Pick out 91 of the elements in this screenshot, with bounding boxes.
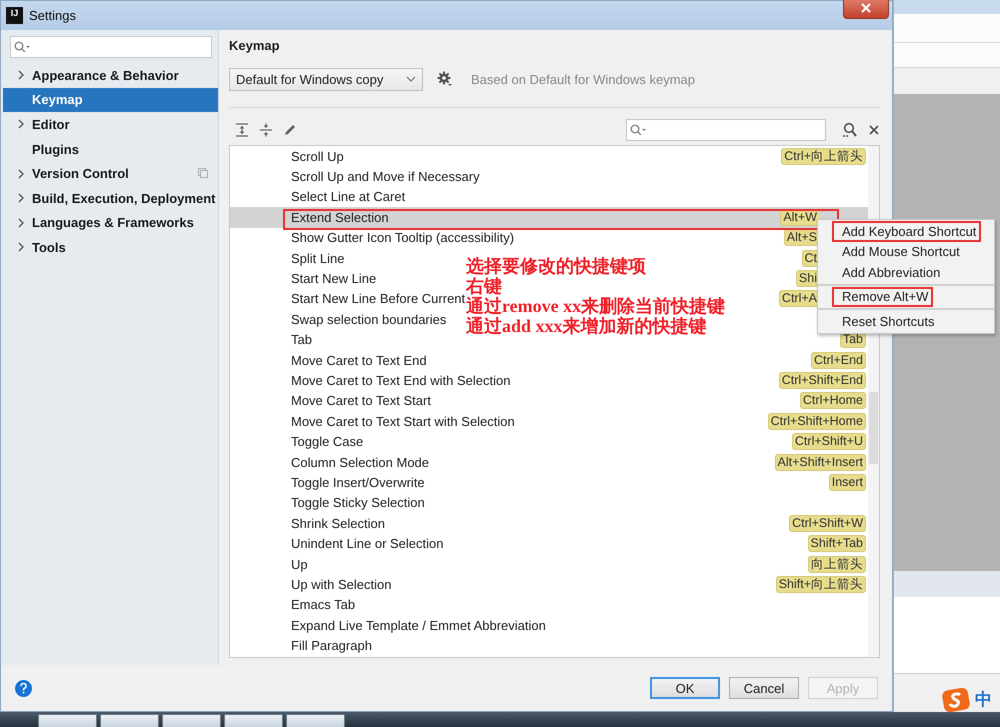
shortcut-badge: Shift+向上箭头 [776,576,866,593]
copy-icon [198,168,208,178]
window-title: Settings [29,8,76,23]
shortcut-badge: Ctrl+向上箭头 [781,148,866,165]
taskbar-button[interactable] [286,714,345,727]
close-icon [860,3,872,13]
taskbar-button[interactable] [100,714,159,727]
action-name[interactable]: Unindent Line or Selection [291,536,444,552]
caret-icon [406,76,416,82]
chevron-icon[interactable] [18,70,24,80]
action-name[interactable]: Expand Live Template / Emmet Abbreviation [291,618,546,633]
action-name[interactable]: Split Line [291,250,344,266]
sidebar-item[interactable]: Version Control [3,161,218,186]
sidebar-item[interactable]: Build, Execution, Deployment [3,186,218,211]
shortcut-badge: Shi [796,270,819,288]
annotation-text: 右键 [466,276,503,296]
chevron-icon[interactable] [18,242,24,252]
menu-item[interactable]: Add Mouse Shortcut [832,242,965,262]
sidebar-item[interactable]: Editor [3,112,218,137]
action-name[interactable]: Up with Selection [291,576,392,592]
close-icon[interactable] [868,124,880,136]
shortcut-badge: Ctrl+Shift+U [792,433,866,450]
action-name[interactable]: Move Caret to Text Start [291,393,431,408]
shortcut-badge: Ctrl+Home [800,392,866,410]
annotation-text: 通过add xxx来增加新的快捷键 [466,316,708,336]
taskbar-button[interactable] [162,714,221,727]
expand-all-icon[interactable] [235,123,249,137]
action-name[interactable]: Move Caret to Text Start with Selection [291,414,515,429]
shortcut-badge: Shift+Tab [808,535,866,552]
search-field[interactable] [626,119,826,141]
sidebar-item[interactable]: Tools [3,235,218,260]
action-name[interactable]: Up [291,556,308,572]
sidebar-item[interactable]: Languages & Frameworks [3,210,218,236]
shortcut-badge: Ctrl+A [778,290,819,308]
shortcut-badge: 向上箭头 [808,556,866,572]
pencil-icon[interactable] [283,123,297,137]
section-heading: Keymap [229,38,281,53]
action-name[interactable]: Start New Line [291,271,376,286]
action-name[interactable]: Tab [291,332,312,348]
annotation-text: 选择要修改的快捷键项 [466,256,647,276]
collapse-all-icon[interactable] [259,123,273,137]
menu-item[interactable]: Remove Alt+W [832,286,934,307]
chevron-icon[interactable] [18,168,24,179]
shortcut-badge: Alt+Shift+Insert [774,454,866,471]
menu-item[interactable]: Reset Shortcuts [832,311,940,332]
close-button[interactable] [843,0,889,19]
find-shortcut-icon[interactable] [842,122,858,138]
shortcut-badge: Ctrl+Shift+Home [768,412,866,430]
search-icon [14,41,30,53]
sidebar-item[interactable]: Plugins [3,136,218,162]
taskbar-button[interactable] [38,714,97,727]
action-name[interactable]: Move Caret to Text End with Selection [291,372,510,388]
app-icon: IJ [6,7,23,24]
sidebar-item[interactable]: Keymap [3,88,218,112]
ime-mode-label[interactable]: 中 [975,688,992,711]
annotation-text: 通过remove xx来删除当前快捷键 [466,296,726,316]
action-name[interactable]: Column Selection Mode [291,454,430,470]
action-name[interactable]: Toggle Sticky Selection [291,495,425,510]
action-name[interactable]: Start New Line Before Current [291,291,466,306]
dialog-button[interactable]: Cancel [729,677,799,699]
taskbar-button[interactable] [224,714,283,727]
keymap-dropdown[interactable]: Default for Windows copy [229,68,423,90]
help-icon[interactable] [15,680,32,696]
scrollbar-thumb[interactable] [869,392,878,464]
ime-icon[interactable] [942,688,970,712]
chevron-icon[interactable] [18,119,24,130]
action-name[interactable]: Move Caret to Text End [291,352,427,368]
action-name[interactable]: Fill Paragraph [291,638,372,654]
action-name[interactable]: Swap selection boundaries [291,312,446,327]
chevron-icon[interactable] [18,218,24,228]
shortcut-badge: Ctrl+Shift+W [789,514,866,532]
menu-item[interactable]: Add Abbreviation [832,262,946,282]
gear-icon[interactable] [437,71,453,87]
action-name[interactable]: Scroll Up [291,148,344,164]
action-name[interactable]: Toggle Case [291,434,364,450]
action-name[interactable]: Scroll Up and Move if Necessary [291,169,480,184]
shortcut-badge: Insert [828,474,866,491]
search-field[interactable] [10,36,212,58]
search-icon [630,124,646,136]
shortcut-badge: Ctrl+End [811,352,866,369]
sidebar-item[interactable]: Appearance & Behavior [3,63,218,88]
shortcut-badge: Ctrl+Shift+End [778,372,866,389]
based-on-label: Based on Default for Windows keymap [471,72,695,86]
action-name[interactable]: Emacs Tab [291,597,356,612]
action-name[interactable]: Toggle Insert/Overwrite [291,474,425,490]
action-name[interactable]: Show Gutter Icon Tooltip (accessibility) [291,230,514,246]
dialog-button[interactable]: OK [650,677,720,699]
action-name[interactable]: Shrink Selection [291,516,385,531]
action-name[interactable]: Select Line at Caret [291,189,406,204]
action-name[interactable]: Extend Selection [291,210,389,225]
chevron-icon[interactable] [18,193,24,204]
